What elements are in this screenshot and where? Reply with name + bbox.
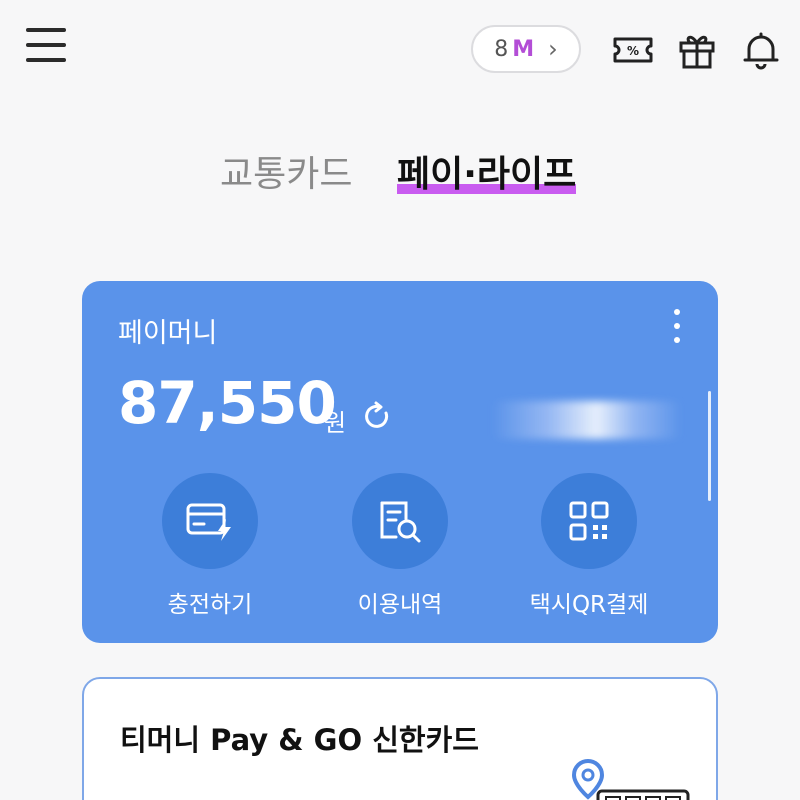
balance-amount: 87,550 [118,369,337,437]
tab-transit-card-label: 교통카드 [220,154,353,195]
mileage-value: 8 [494,36,509,62]
mileage-unit: M [512,36,535,62]
taxi-qr-label: 택시QR결제 [529,592,649,618]
history-search-icon [352,473,448,569]
refresh-icon[interactable] [363,401,393,431]
svg-text:%: % [627,44,639,58]
coupon-ticket-icon[interactable]: % [612,30,654,70]
hamburger-menu-icon[interactable] [26,28,68,66]
charge-button[interactable]: 충전하기 [130,473,290,619]
currency-unit: 원 [324,409,347,437]
promo-card[interactable]: 티머니 Pay & GO 신한카드 [82,677,718,800]
notification-bell-icon[interactable] [740,30,782,70]
gift-icon[interactable] [676,30,718,70]
scroll-indicator [708,391,711,501]
more-options-icon[interactable] [670,309,684,349]
history-button[interactable]: 이용내역 [320,473,480,619]
qr-code-icon [541,473,637,569]
charge-label: 충전하기 [167,592,253,618]
top-bar: 8 M › % [0,0,800,100]
pay-money-card: 페이머니 87,550 원 충전하기 이용내역 택시QR결제 [82,281,718,643]
mileage-button[interactable]: 8 M › [471,25,581,73]
promo-title: 티머니 Pay & GO 신한카드 [120,723,479,757]
history-label: 이용내역 [357,592,443,618]
tab-transit-card[interactable]: 교통카드 [220,145,352,197]
charge-card-icon [162,473,258,569]
taxi-qr-button[interactable]: 택시QR결제 [509,473,669,619]
location-card-illustration-icon [562,757,692,800]
blurred-account-info [492,401,682,439]
chevron-right-icon: › [548,35,558,63]
tab-pay-life-label: 페이·라이프 [397,154,577,195]
tab-pay-life[interactable]: 페이·라이프 [397,145,577,197]
card-title: 페이머니 [118,318,218,349]
